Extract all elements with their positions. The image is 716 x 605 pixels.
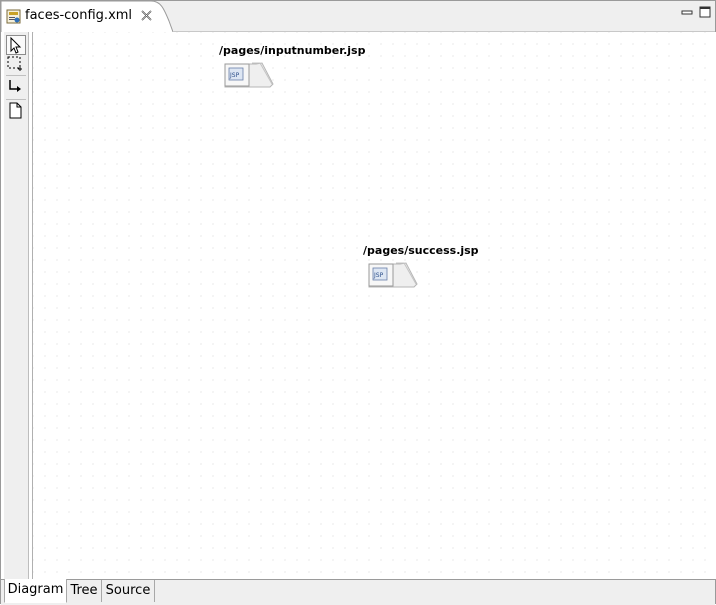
page-node-label: /pages/success.jsp bbox=[363, 244, 479, 257]
marquee-tool[interactable] bbox=[6, 54, 26, 74]
close-icon[interactable] bbox=[140, 9, 153, 22]
tab-diagram[interactable]: Diagram bbox=[4, 579, 67, 603]
palette-separator bbox=[6, 75, 26, 76]
page-node-inputnumber[interactable]: /pages/inputnumber.jsp JSP bbox=[219, 44, 379, 90]
editor-tab-bar: faces-config.xml bbox=[1, 1, 715, 32]
tool-palette bbox=[4, 32, 29, 579]
jsp-page-icon: JSP bbox=[368, 262, 418, 288]
palette-separator bbox=[6, 99, 26, 100]
page-node-success[interactable]: /pages/success.jsp JSP bbox=[363, 244, 503, 290]
arrow-pointer-icon bbox=[10, 36, 22, 54]
tab-title: faces-config.xml bbox=[25, 8, 133, 23]
editor-window: faces-config.xml /pages/inputnumber.jsp … bbox=[0, 0, 716, 605]
page-icon bbox=[9, 102, 22, 119]
dashed-marquee-icon bbox=[7, 56, 22, 71]
page-node-label: /pages/inputnumber.jsp bbox=[219, 44, 366, 57]
svg-text:JSP: JSP bbox=[373, 272, 384, 279]
faces-config-file-icon bbox=[6, 9, 21, 24]
diagram-canvas[interactable]: /pages/inputnumber.jsp JSP /pages/succes… bbox=[32, 32, 716, 579]
svg-text:JSP: JSP bbox=[229, 72, 240, 79]
connection-arrow-icon bbox=[9, 80, 21, 92]
select-tool[interactable] bbox=[6, 35, 26, 55]
jsp-page-icon: JSP bbox=[224, 62, 274, 88]
connection-tool[interactable] bbox=[6, 78, 26, 98]
editor-tab[interactable]: faces-config.xml bbox=[1, 1, 173, 32]
tab-source[interactable]: Source bbox=[102, 580, 155, 602]
page-tool[interactable] bbox=[6, 101, 26, 121]
minimize-icon[interactable] bbox=[681, 6, 693, 18]
editor-page-tabs: Diagram Tree Source bbox=[1, 579, 715, 605]
tab-tree[interactable]: Tree bbox=[67, 580, 102, 602]
maximize-icon[interactable] bbox=[699, 6, 711, 18]
